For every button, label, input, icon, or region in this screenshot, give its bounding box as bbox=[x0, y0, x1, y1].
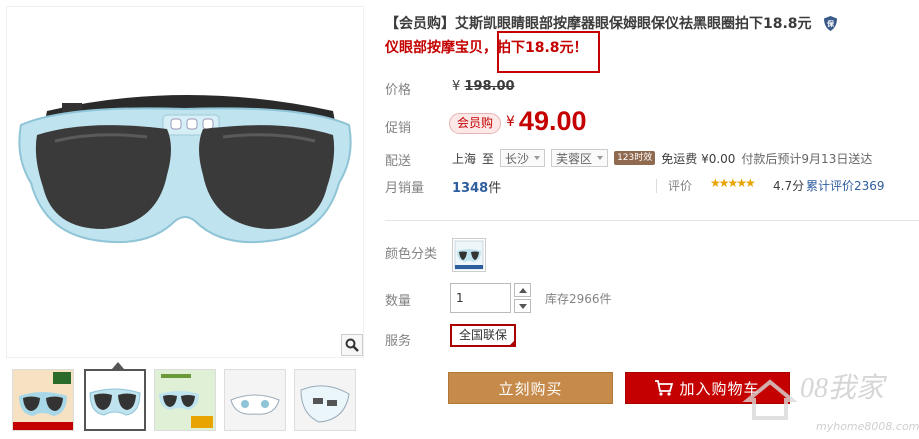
buy-now-button[interactable]: 立刻购买 bbox=[448, 372, 613, 404]
svg-text:保: 保 bbox=[826, 19, 835, 28]
ship-to-word: 至 bbox=[482, 151, 495, 166]
zoom-icon[interactable] bbox=[341, 334, 363, 356]
quantity-label: 数量 bbox=[385, 294, 412, 309]
site-watermark: 08我家 myhome8008.com bbox=[730, 360, 919, 439]
rating-score: 4.7分 bbox=[773, 179, 805, 193]
shipping-label: 配送 bbox=[385, 154, 412, 169]
delivery-estimate: 付款后预计9月13日送达 bbox=[741, 151, 873, 166]
promo-label: 促销 bbox=[385, 121, 412, 136]
thumbnail-4[interactable] bbox=[224, 369, 286, 431]
subtitle-prefix: 仪眼部按摩宝贝， bbox=[385, 40, 497, 56]
eye-massager-image bbox=[18, 95, 352, 244]
service-option-selected[interactable]: 全国联保 bbox=[450, 324, 517, 347]
chevron-down-icon bbox=[534, 156, 541, 160]
watermark-brand: 08我家 bbox=[800, 373, 885, 404]
color-option[interactable] bbox=[452, 238, 486, 272]
shipping-fee: 免运费 ¥0.00 bbox=[661, 151, 736, 166]
sales-label: 月销量 bbox=[385, 181, 425, 196]
city-value: 长沙 bbox=[505, 151, 530, 166]
district-select[interactable]: 芙蓉区 bbox=[551, 149, 609, 167]
highlight-box bbox=[497, 31, 600, 73]
delivery-speed-tag: 123时效 bbox=[614, 151, 656, 165]
currency-symbol: ¥ bbox=[452, 79, 461, 94]
thumbnail-2[interactable] bbox=[84, 369, 146, 431]
service-option-label: 全国联保 bbox=[459, 328, 508, 342]
thumbnail-3[interactable] bbox=[154, 369, 216, 431]
watermark-url: myhome8008.com bbox=[816, 420, 919, 433]
shipping-row: 上海 至 长沙 芙蓉区 123时效 免运费 ¥0.00 付款后预计9月13日送达 bbox=[452, 148, 872, 168]
rating-label: 评价 bbox=[668, 179, 693, 193]
promo-currency: ¥ bbox=[506, 114, 515, 130]
selected-check-icon bbox=[508, 339, 517, 347]
shield-icon: 保 bbox=[824, 16, 838, 37]
ship-from: 上海 bbox=[452, 151, 477, 166]
sales-unit: 件 bbox=[488, 181, 502, 196]
cart-icon bbox=[655, 380, 674, 396]
chevron-down-icon bbox=[597, 156, 604, 160]
promo-price-value: 49.00 bbox=[518, 106, 587, 136]
stock-count: 库存2966件 bbox=[545, 292, 612, 306]
buy-now-label: 立刻购买 bbox=[498, 379, 563, 398]
member-tag: 会员购 bbox=[449, 113, 502, 134]
service-label: 服务 bbox=[385, 334, 412, 349]
promo-price: ¥49.00 bbox=[506, 106, 587, 137]
sales-row: 月销量 1348件 评价 ★★★★★ 4.7分 累计评价2369 bbox=[385, 176, 919, 196]
thumbnail-5[interactable] bbox=[294, 369, 356, 431]
quantity-increase-button[interactable] bbox=[514, 283, 531, 297]
city-select[interactable]: 长沙 bbox=[500, 149, 546, 167]
divider bbox=[656, 179, 657, 193]
chevron-down-icon bbox=[518, 303, 527, 309]
original-price-value: 198.00 bbox=[464, 79, 515, 94]
monthly-sales: 1348件 bbox=[452, 177, 501, 196]
thumbnail-1[interactable] bbox=[12, 369, 74, 431]
thumbnail-strip bbox=[12, 369, 364, 435]
price-label: 价格 bbox=[385, 83, 412, 98]
original-price: ¥ 198.00 bbox=[452, 79, 515, 94]
chevron-up-icon bbox=[518, 287, 527, 293]
product-title-text: 【会员购】艾斯凯眼睛眼部按摩器眼保姆眼保仪祛黑眼圈拍下18.8元 bbox=[385, 16, 812, 32]
district-value: 芙蓉区 bbox=[556, 151, 593, 166]
section-divider bbox=[385, 220, 919, 221]
thumbnail-pointer bbox=[112, 362, 124, 369]
star-rating-icon: ★★★★★ bbox=[710, 176, 756, 190]
quantity-input[interactable] bbox=[450, 283, 511, 313]
review-count-link[interactable]: 累计评价2369 bbox=[806, 177, 885, 194]
product-main-image[interactable] bbox=[6, 6, 364, 358]
color-label: 颜色分类 bbox=[385, 247, 438, 262]
monthly-sales-count: 1348 bbox=[452, 181, 489, 196]
product-title: 【会员购】艾斯凯眼睛眼部按摩器眼保姆眼保仪祛黑眼圈拍下18.8元 保 bbox=[385, 14, 885, 37]
quantity-decrease-button[interactable] bbox=[514, 299, 531, 313]
